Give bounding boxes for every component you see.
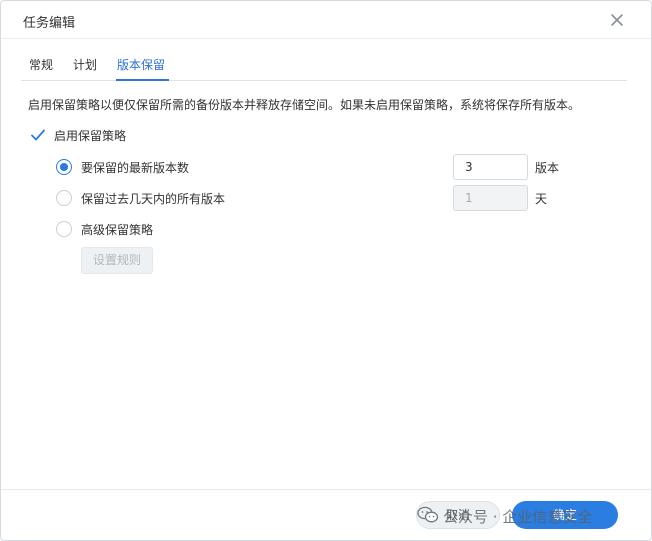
set-rules-button[interactable]: 设置规则 xyxy=(81,247,153,274)
radio-advanced-policy-label[interactable]: 高级保留策略 xyxy=(81,221,153,238)
radio-latest-versions[interactable] xyxy=(56,159,72,175)
checkbox-checked-icon[interactable] xyxy=(30,127,46,143)
dialog-title: 任务编辑 xyxy=(23,16,76,31)
close-button[interactable] xyxy=(607,10,627,30)
days-unit-label: 天 xyxy=(535,192,548,206)
wechat-icon xyxy=(417,506,439,523)
radio-past-days-label[interactable]: 保留过去几天内的所有版本 xyxy=(81,190,225,207)
tab-bar: 常规 计划 版本保留 xyxy=(21,39,627,81)
retention-description: 启用保留策略以便仅保留所需的备份版本并释放存储空间。如果未启用保留策略，系统将保… xyxy=(28,98,581,112)
tab-schedule[interactable]: 计划 xyxy=(73,56,97,73)
versions-unit-label: 版本 xyxy=(535,161,560,175)
title-bar: 任务编辑 xyxy=(1,1,651,39)
tab-version-retention[interactable]: 版本保留 xyxy=(117,56,165,73)
latest-versions-input[interactable] xyxy=(453,154,528,180)
close-icon xyxy=(611,14,623,26)
enable-policy-label: 启用保留策略 xyxy=(54,129,127,143)
radio-latest-versions-label[interactable]: 要保留的最新版本数 xyxy=(81,159,189,176)
active-tab-indicator xyxy=(116,79,169,81)
past-days-input[interactable] xyxy=(453,185,528,211)
radio-advanced-policy[interactable] xyxy=(56,221,72,237)
radio-past-days[interactable] xyxy=(56,190,72,206)
task-edit-dialog: 任务编辑 常规 计划 版本保留 启用保留策略以便仅保留所需的备份版本并释放存储空… xyxy=(0,0,652,541)
watermark-text: 公众号 · 企业信息安全 xyxy=(443,508,593,526)
tab-general[interactable]: 常规 xyxy=(29,56,53,73)
